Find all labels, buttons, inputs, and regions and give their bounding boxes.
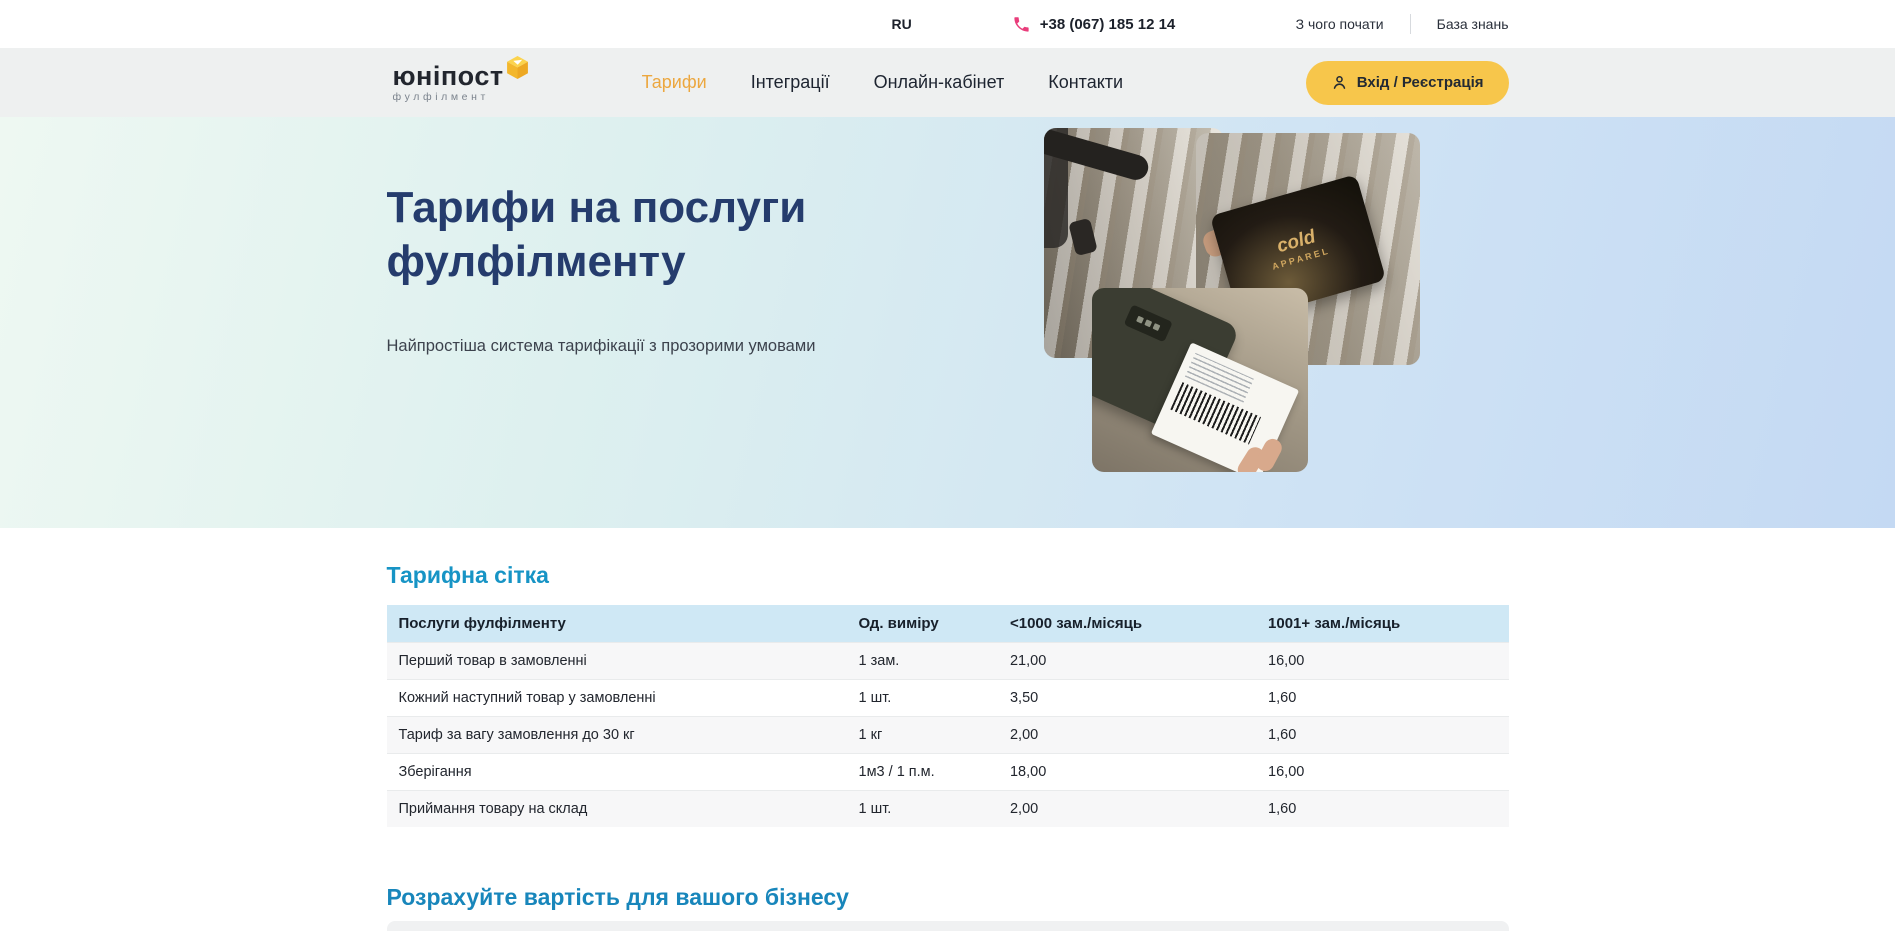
calculator-widget-partial bbox=[387, 921, 1509, 931]
col-header-service: Послуги фулфілменту bbox=[387, 605, 847, 643]
page-title: Тарифи на послуги фулфілменту bbox=[387, 181, 887, 288]
cell-price-high: 1,60 bbox=[1256, 680, 1508, 717]
cell-price-low: 21,00 bbox=[998, 643, 1256, 680]
phone-icon bbox=[1012, 15, 1031, 34]
table-row: Тариф за вагу замовлення до 30 кг 1 кг 2… bbox=[387, 717, 1509, 754]
tariff-table: Послуги фулфілменту Од. виміру <1000 зам… bbox=[387, 605, 1509, 827]
cell-service: Зберігання bbox=[387, 754, 847, 791]
login-button-label: Вхід / Реєстрація bbox=[1357, 74, 1484, 91]
table-header-row: Послуги фулфілменту Од. виміру <1000 зам… bbox=[387, 605, 1509, 643]
cell-price-high: 16,00 bbox=[1256, 754, 1508, 791]
login-register-button[interactable]: Вхід / Реєстрація bbox=[1306, 61, 1509, 105]
cell-service: Тариф за вагу замовлення до 30 кг bbox=[387, 717, 847, 754]
table-row: Приймання товару на склад 1 шт. 2,00 1,6… bbox=[387, 791, 1509, 828]
col-header-unit: Од. виміру bbox=[847, 605, 998, 643]
table-row: Перший товар в замовленні 1 зам. 21,00 1… bbox=[387, 643, 1509, 680]
language-switcher[interactable]: RU bbox=[892, 16, 912, 32]
cell-unit: 1 кг bbox=[847, 717, 998, 754]
cell-price-high: 16,00 bbox=[1256, 643, 1508, 680]
topbar-divider bbox=[1410, 14, 1411, 34]
cell-price-low: 2,00 bbox=[998, 717, 1256, 754]
phone-link[interactable]: +38 (067) 185 12 14 bbox=[1012, 15, 1176, 34]
cell-price-low: 2,00 bbox=[998, 791, 1256, 828]
main-content: Тарифна сітка Послуги фулфілменту Од. ви… bbox=[0, 528, 1895, 931]
cell-unit: 1 шт. bbox=[847, 680, 998, 717]
cell-unit: 1 шт. bbox=[847, 791, 998, 828]
logo[interactable]: юніпост фулфілмент bbox=[393, 63, 504, 103]
cell-price-low: 18,00 bbox=[998, 754, 1256, 791]
table-row: Кожний наступний товар у замовленні 1 шт… bbox=[387, 680, 1509, 717]
hero-subtitle: Найпростіша система тарифікації з прозор… bbox=[387, 337, 816, 356]
cube-logo-icon bbox=[505, 55, 530, 80]
link-getting-started[interactable]: З чого почати bbox=[1296, 16, 1384, 32]
col-header-price-low: <1000 зам./місяць bbox=[998, 605, 1256, 643]
cell-unit: 1м3 / 1 п.м. bbox=[847, 754, 998, 791]
cell-unit: 1 зам. bbox=[847, 643, 998, 680]
cell-service: Перший товар в замовленні bbox=[387, 643, 847, 680]
logo-tagline: фулфілмент bbox=[393, 91, 504, 103]
hero-section: Тарифи на послуги фулфілменту Найпростіш… bbox=[0, 117, 1895, 528]
cell-price-high: 1,60 bbox=[1256, 717, 1508, 754]
calculator-section-title: Розрахуйте вартість для вашого бізнесу bbox=[387, 884, 1509, 911]
nav-item-cabinet[interactable]: Онлайн-кабінет bbox=[874, 72, 1005, 93]
user-icon bbox=[1331, 74, 1348, 91]
pricing-section-title: Тарифна сітка bbox=[387, 528, 1509, 589]
nav-item-integrations[interactable]: Інтеграції bbox=[751, 72, 830, 93]
main-nav: Тарифи Інтеграції Онлайн-кабінет Контакт… bbox=[642, 72, 1124, 93]
printer-panel bbox=[1123, 304, 1172, 342]
phone-number: +38 (067) 185 12 14 bbox=[1040, 16, 1176, 33]
cell-price-low: 3,50 bbox=[998, 680, 1256, 717]
hero-photo-label-printer bbox=[1092, 288, 1308, 472]
cell-service: Кожний наступний товар у замовленні bbox=[387, 680, 847, 717]
col-header-price-high: 1001+ зам./місяць bbox=[1256, 605, 1508, 643]
cell-service: Приймання товару на склад bbox=[387, 791, 847, 828]
site-header: юніпост фулфілмент Тарифи Інтеграції Онл… bbox=[0, 48, 1895, 117]
link-knowledge-base[interactable]: База знань bbox=[1437, 16, 1509, 32]
top-bar: RU +38 (067) 185 12 14 З чого почати Баз… bbox=[0, 0, 1895, 48]
cell-price-high: 1,60 bbox=[1256, 791, 1508, 828]
nav-item-tariffs[interactable]: Тарифи bbox=[642, 72, 707, 93]
nav-item-contacts[interactable]: Контакти bbox=[1048, 72, 1123, 93]
logo-name: юніпост bbox=[393, 63, 504, 90]
table-row: Зберігання 1м3 / 1 п.м. 18,00 16,00 bbox=[387, 754, 1509, 791]
